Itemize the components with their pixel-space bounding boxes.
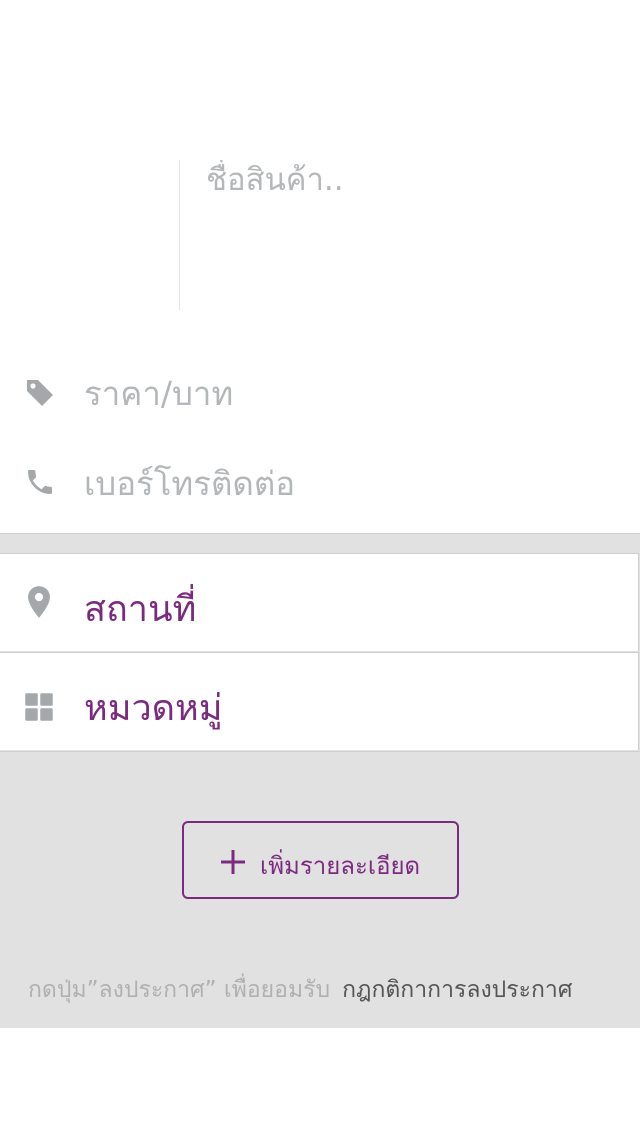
- terms-link[interactable]: กฎกติกาการลงประกาศ: [342, 977, 572, 1003]
- options-bottom-divider: [0, 751, 640, 752]
- location-selector[interactable]: สถานที่: [0, 553, 639, 651]
- location-label: สถานที่: [84, 589, 197, 630]
- category-label: หมวดหมู่: [84, 688, 223, 729]
- product-title-input[interactable]: [206, 160, 626, 200]
- price-input[interactable]: [84, 368, 604, 418]
- add-detail-button[interactable]: เพิ่มรายละเอียด: [182, 821, 459, 899]
- phone-input[interactable]: [84, 458, 604, 508]
- title-section: [0, 150, 640, 320]
- terms-notice: กดปุ่ม”ลงประกาศ” เพื่อยอมรับ กฎกติกาการลง…: [28, 972, 628, 1008]
- photo-slot[interactable]: [0, 150, 180, 320]
- phone-row: [0, 438, 640, 528]
- map-pin-icon: [28, 586, 50, 618]
- category-selector[interactable]: หมวดหมู่: [0, 652, 639, 750]
- title-divider: [179, 160, 180, 310]
- section-divider: [0, 533, 640, 534]
- tag-icon: [27, 380, 53, 406]
- plus-icon: [221, 850, 245, 874]
- phone-icon: [28, 470, 52, 494]
- add-detail-label: เพิ่มรายละเอียด: [260, 852, 421, 880]
- grid-icon: [25, 693, 53, 721]
- price-row: [0, 348, 640, 438]
- terms-prefix: กดปุ่ม”ลงประกาศ” เพื่อยอมรับ: [28, 977, 331, 1003]
